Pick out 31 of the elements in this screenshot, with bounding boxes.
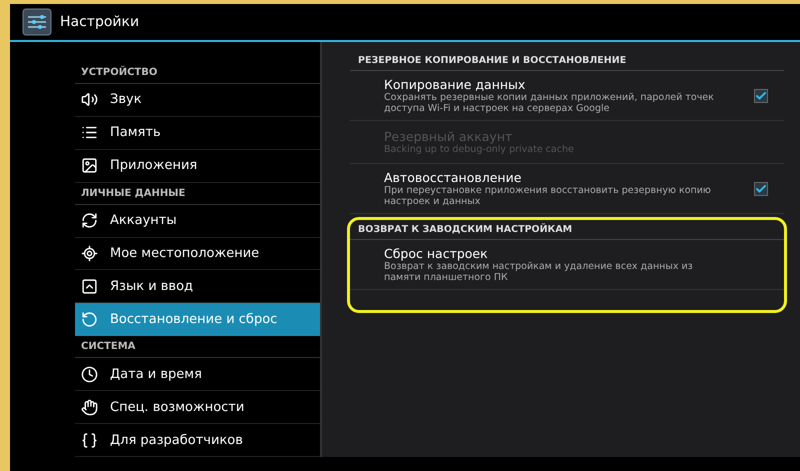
preference-title: Автовосстановление	[384, 170, 522, 185]
location-icon	[81, 245, 98, 262]
window-title: Настройки	[60, 14, 140, 30]
square-icon	[81, 278, 98, 295]
settings-menu-item[interactable]: Спец. возможности	[75, 391, 320, 424]
preference-summary: При переустановке приложения восстановить резервную копию настроек и данных	[384, 185, 712, 207]
braces-icon	[81, 432, 98, 449]
section-header: ВОЗВРАТ К ЗАВОДСКИМ НАСТРОЙКАМ	[350, 220, 784, 240]
checkbox[interactable]	[754, 88, 768, 102]
preference-title: Сброс настроек	[384, 246, 489, 261]
settings-menu-item[interactable]: Восстановление и сброс	[75, 303, 320, 336]
restore-icon	[81, 310, 98, 328]
speaker-icon	[81, 91, 98, 108]
settings-menu-item[interactable]: Приложения	[75, 150, 320, 183]
preference-title: Копирование данных	[384, 77, 526, 92]
clock-icon	[81, 366, 98, 383]
preference-summary: Сохранять резервные копии данных приложений, паролей точек доступа Wi-Fi и настроек на серверах Google	[384, 92, 715, 114]
section-header: РЕЗЕРВНОЕ КОПИРОВАНИЕ И ВОССТАНОВЛЕНИЕ	[350, 51, 784, 71]
sync-icon	[81, 212, 98, 230]
category-header: УСТРОЙСТВО	[75, 62, 320, 84]
category-header: СИСТЕМА	[75, 336, 320, 358]
settings-menu-item[interactable]: Дата и время	[75, 358, 320, 392]
preference-summary: Возврат к заводским настройкам и удаление всех данных из памяти планшетного ПК	[384, 261, 694, 283]
category-header: ЛИЧНЫЕ ДАННЫЕ	[75, 182, 320, 205]
settings-app-icon	[22, 8, 52, 36]
hand-icon	[81, 398, 98, 416]
settings-menu-item[interactable]: Звук	[75, 84, 320, 117]
settings-menu-item[interactable]: Мое местоположение	[75, 238, 320, 270]
picture-icon	[81, 157, 98, 174]
settings-menu-item[interactable]: Аккаунты	[75, 204, 320, 238]
checkbox[interactable]	[754, 182, 768, 196]
